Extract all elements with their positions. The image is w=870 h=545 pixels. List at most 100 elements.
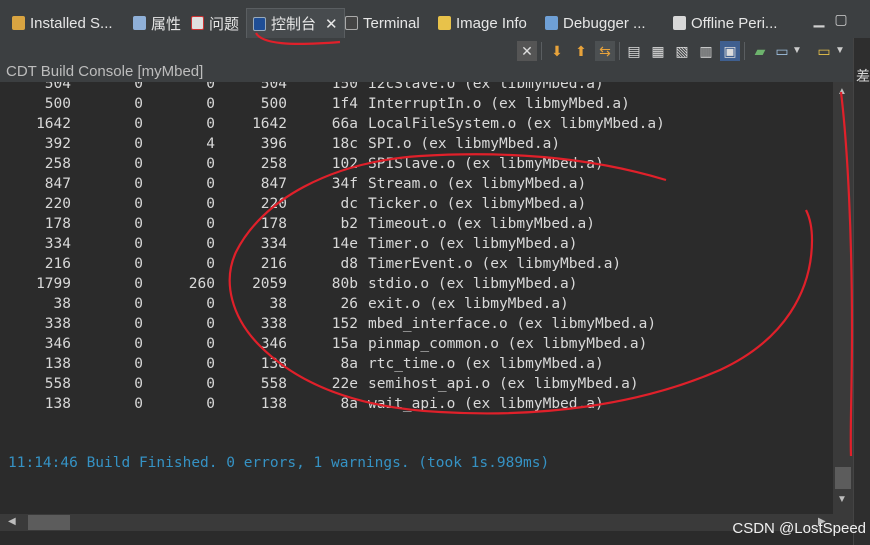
scroll-left-icon[interactable]: ◀ <box>8 516 16 527</box>
text-size: 138 <box>44 356 71 372</box>
object-filename: exit.o (ex libmyMbed.a) <box>368 296 569 312</box>
bss-size: 0 <box>206 236 215 252</box>
data-size: 0 <box>134 316 143 332</box>
object-filename: rtc_time.o (ex libmyMbed.a) <box>368 356 604 372</box>
pin-console-icon[interactable]: ▤ <box>624 41 644 61</box>
object-filename: SPISlave.o (ex libmyMbed.a) <box>368 156 604 172</box>
hex-total: b2 <box>340 216 358 232</box>
data-size: 0 <box>134 82 143 92</box>
dec-total: 500 <box>260 96 287 112</box>
bss-size: 0 <box>206 256 215 272</box>
tab-debugger[interactable]: Debugger ... <box>545 10 646 36</box>
bss-size: 0 <box>206 82 215 92</box>
vertical-scrollbar[interactable]: ▲ ▼ <box>833 82 853 514</box>
hex-total: 8a <box>340 356 358 372</box>
bss-size: 0 <box>206 216 215 232</box>
tab-label: Image Info <box>456 14 527 32</box>
properties-icon <box>133 16 146 30</box>
data-size: 0 <box>134 296 143 312</box>
copy-console-icon[interactable]: ▥ <box>696 41 716 61</box>
close-tab-icon[interactable]: ✕ <box>325 15 338 33</box>
text-size: 558 <box>44 376 71 392</box>
dec-total: 558 <box>260 376 287 392</box>
view-menu-dropdown-icon[interactable]: ▼ <box>834 41 846 61</box>
horizontal-scrollbar[interactable]: ◀ ▶ <box>0 514 833 531</box>
bss-size: 0 <box>206 196 215 212</box>
console-icon <box>253 16 266 31</box>
view-tab-bar: Installed S... 属性 问题 控制台 ✕ Terminal Imag… <box>0 0 870 38</box>
data-size: 0 <box>134 356 143 372</box>
dec-total: 346 <box>260 336 287 352</box>
text-size: 220 <box>44 196 71 212</box>
data-size: 0 <box>134 156 143 172</box>
object-filename: Stream.o (ex libmyMbed.a) <box>368 176 587 192</box>
open-console-icon[interactable]: ▰ <box>750 41 770 61</box>
adjacent-panel-char: 差 <box>856 68 870 84</box>
bottom-strip <box>0 531 853 545</box>
tab-console[interactable]: 控制台 ✕ <box>246 8 345 38</box>
bss-size: 0 <box>206 296 215 312</box>
dec-total: 258 <box>260 156 287 172</box>
data-size: 0 <box>134 176 143 192</box>
word-wrap-icon[interactable]: ▦ <box>648 41 668 61</box>
console-output[interactable]: 504 0 0 504 150 i2cSlave.o (ex libmyMbed.a) 50… <box>0 82 833 514</box>
hex-total: 14e <box>331 236 358 252</box>
hex-total: 66a <box>331 116 358 132</box>
text-size: 258 <box>44 156 71 172</box>
dec-total: 220 <box>260 196 287 212</box>
new-console-icon[interactable]: ▭ <box>814 41 834 61</box>
tab-image-info[interactable]: Image Info <box>438 10 527 36</box>
dec-total: 847 <box>260 176 287 192</box>
text-size: 216 <box>44 256 71 272</box>
hex-total: 26 <box>340 296 358 312</box>
display-selected-console-icon[interactable]: ▣ <box>720 41 740 61</box>
hex-total: 102 <box>331 156 358 172</box>
object-filename: Timeout.o (ex libmyMbed.a) <box>368 216 595 232</box>
tab-installed-software[interactable]: Installed S... <box>12 10 113 36</box>
console-view-dropdown-icon[interactable]: ▼ <box>791 41 803 61</box>
scroll-down-icon[interactable]: ▼ <box>837 494 847 505</box>
console-title: CDT Build Console [myMbed] <box>0 62 860 82</box>
tab-label: 控制台 <box>271 16 317 33</box>
bss-size: 0 <box>206 156 215 172</box>
previous-error-icon[interactable]: ⬆ <box>571 41 591 61</box>
bss-size: 0 <box>206 336 215 352</box>
text-size: 138 <box>44 396 71 412</box>
show-on-output-icon[interactable]: ▧ <box>672 41 692 61</box>
object-filename: wait_api.o (ex libmyMbed.a) <box>368 396 604 412</box>
tab-label: Offline Peri... <box>691 14 778 32</box>
bss-size: 260 <box>188 276 215 292</box>
dec-total: 38 <box>269 296 287 312</box>
bss-size: 0 <box>206 396 215 412</box>
dec-total: 216 <box>260 256 287 272</box>
object-filename: stdio.o (ex libmyMbed.a) <box>368 276 578 292</box>
tab-label: Installed S... <box>30 14 113 32</box>
installed-software-icon <box>12 16 25 30</box>
object-filename: TimerEvent.o (ex libmyMbed.a) <box>368 256 622 272</box>
terminal-icon <box>345 16 358 30</box>
dec-total: 2059 <box>252 276 287 292</box>
hex-total: 22e <box>331 376 358 392</box>
scroll-up-icon[interactable]: ▲ <box>837 86 847 97</box>
maximize-view-icon[interactable]: ▢ <box>834 12 848 26</box>
hex-total: 150 <box>331 82 358 92</box>
dec-total: 1642 <box>252 116 287 132</box>
text-size: 334 <box>44 236 71 252</box>
text-size: 178 <box>44 216 71 232</box>
tab-offline-peripherals[interactable]: Offline Peri... <box>673 10 777 36</box>
scroll-lock-icon[interactable]: ⇆ <box>595 41 615 61</box>
next-error-icon[interactable]: ⬇ <box>547 41 567 61</box>
tab-problems[interactable]: 问题 <box>191 10 239 36</box>
dec-total: 338 <box>260 316 287 332</box>
data-size: 0 <box>134 396 143 412</box>
console-view-icon[interactable]: ▭ <box>772 41 792 61</box>
horizontal-scroll-thumb[interactable] <box>28 515 70 530</box>
minimize-view-icon[interactable]: ▁ <box>812 12 826 26</box>
vertical-scroll-thumb[interactable] <box>835 467 851 489</box>
bss-size: 0 <box>206 96 215 112</box>
hex-total: 80b <box>331 276 358 292</box>
offline-peripherals-icon <box>673 16 686 30</box>
clear-console-icon[interactable]: ✕ <box>517 41 537 61</box>
tab-properties[interactable]: 属性 <box>133 10 181 36</box>
tab-terminal[interactable]: Terminal <box>345 10 420 36</box>
